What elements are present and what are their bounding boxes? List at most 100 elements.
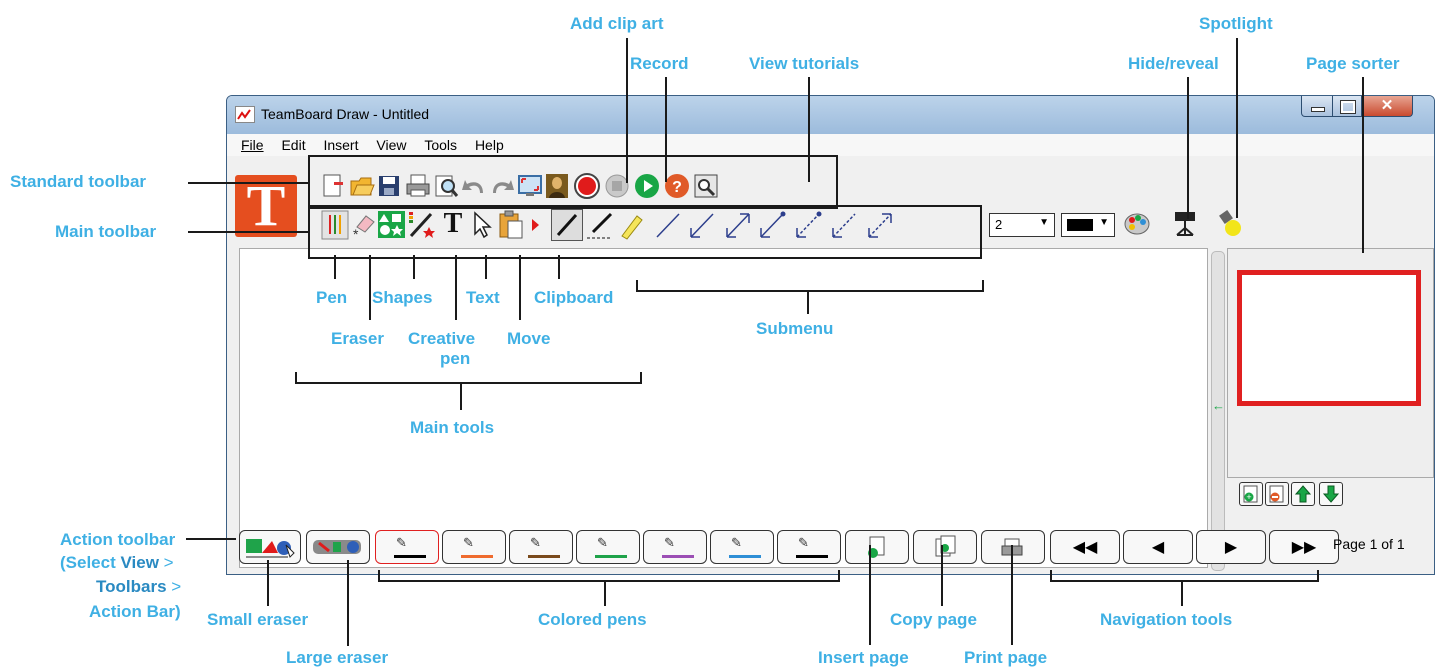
close-button[interactable]: ✕: [1361, 96, 1413, 117]
leader-clipboard: [558, 255, 560, 279]
leader-record: [665, 77, 667, 182]
pen-color-bar: [729, 555, 761, 558]
app-icon: [235, 106, 255, 123]
svg-text:+: +: [1246, 492, 1251, 502]
small-eraser-button[interactable]: [239, 530, 301, 564]
pen-blue[interactable]: ✎: [710, 530, 774, 564]
leader-creative-pen: [455, 255, 457, 320]
callout-action-toolbar-line1: Action toolbar: [60, 530, 176, 549]
page-thumbnail[interactable]: [1237, 270, 1421, 406]
callout-action-toolbar-gt2: >: [166, 577, 182, 596]
pen-color-bar: [796, 555, 828, 558]
callout-clipboard: Clipboard: [534, 288, 614, 307]
menu-tools[interactable]: Tools: [424, 137, 457, 153]
leader-page-sorter: [1362, 77, 1364, 253]
pen-black-2[interactable]: ✎: [777, 530, 841, 564]
move-page-up-button[interactable]: [1291, 482, 1315, 506]
move-page-down-button[interactable]: [1319, 482, 1343, 506]
color-swatch: [1067, 219, 1093, 231]
callout-page-sorter: Page sorter: [1306, 54, 1400, 73]
pen-icon: ✎: [731, 535, 742, 550]
callout-large-eraser: Large eraser: [286, 648, 389, 667]
callout-submenu: Submenu: [756, 319, 834, 338]
callout-record: Record: [630, 54, 689, 73]
pen-orange[interactable]: ✎: [442, 530, 506, 564]
pen-icon: ✎: [664, 535, 675, 550]
callout-main-toolbar: Main toolbar: [55, 222, 157, 241]
color-select[interactable]: ▼: [1061, 213, 1115, 237]
copy-page-button[interactable]: [913, 530, 977, 564]
callout-action-toolbar-view: View: [120, 553, 159, 572]
leader-spotlight: [1236, 38, 1238, 218]
pen-brown[interactable]: ✎: [509, 530, 573, 564]
teamboard-logo: T: [235, 175, 297, 237]
chevron-down-icon: ▼: [1099, 217, 1109, 228]
hide-reveal-icon[interactable]: [1171, 208, 1199, 238]
maximize-button[interactable]: [1332, 96, 1362, 117]
leader-main-tools: [460, 382, 462, 410]
window-title: TeamBoard Draw - Untitled: [261, 106, 430, 122]
leader-submenu: [807, 290, 809, 314]
leader-small-eraser: [267, 560, 269, 606]
callout-small-eraser: Small eraser: [207, 610, 309, 629]
vertical-scrollbar[interactable]: ←: [1211, 251, 1225, 571]
line-width-select[interactable]: 2 ▼: [989, 213, 1055, 237]
leader-action-toolbar: [186, 538, 236, 540]
menu-edit[interactable]: Edit: [281, 137, 305, 153]
leader-pen: [334, 255, 336, 279]
previous-page-button[interactable]: ◀: [1123, 530, 1193, 564]
large-eraser-button[interactable]: [306, 530, 370, 564]
callout-move: Move: [507, 329, 551, 348]
leader-text: [485, 255, 487, 279]
leader-copy-page: [941, 545, 943, 606]
callout-action-toolbar-select: (Select: [60, 553, 121, 572]
menu-insert[interactable]: Insert: [323, 137, 358, 153]
title-bar[interactable]: TeamBoard Draw - Untitled ✕: [227, 96, 1434, 134]
collapse-arrow-icon: ←: [1212, 398, 1225, 413]
delete-page-icon: [1269, 485, 1284, 503]
callout-text: Text: [466, 288, 500, 307]
callout-pen: Pen: [316, 288, 348, 307]
leader-view-tutorials: [808, 77, 810, 182]
menu-file[interactable]: File: [241, 137, 264, 153]
page-indicator: Page 1 of 1: [1333, 536, 1405, 552]
last-page-button[interactable]: ▶▶: [1269, 530, 1339, 564]
palette-icon[interactable]: [1123, 210, 1151, 238]
previous-page-icon: ◀: [1151, 539, 1165, 556]
callout-colored-pens: Colored pens: [538, 610, 647, 629]
leader-standard-toolbar: [188, 182, 308, 184]
pen-color-bar: [394, 555, 426, 558]
spotlight-icon[interactable]: [1217, 208, 1245, 238]
minimize-button[interactable]: [1301, 96, 1333, 117]
add-page-icon: +: [1243, 485, 1258, 503]
print-page-button[interactable]: [981, 530, 1045, 564]
callout-copy-page: Copy page: [890, 610, 977, 629]
callout-creative-pen-line1: Creative: [408, 329, 476, 348]
pen-purple[interactable]: ✎: [643, 530, 707, 564]
callout-add-clip-art: Add clip art: [570, 14, 664, 33]
pen-icon: ✎: [396, 535, 407, 550]
leader-large-eraser: [347, 560, 349, 646]
callout-hide-reveal: Hide/reveal: [1128, 54, 1219, 73]
next-page-button[interactable]: ▶: [1196, 530, 1266, 564]
delete-page-button[interactable]: [1265, 482, 1289, 506]
callout-action-toolbar-line2: (Select View >: [60, 553, 174, 573]
menu-help[interactable]: Help: [475, 137, 504, 153]
insert-page-button[interactable]: [845, 530, 909, 564]
menu-view[interactable]: View: [376, 137, 406, 153]
callout-eraser: Eraser: [331, 329, 384, 348]
pen-green[interactable]: ✎: [576, 530, 640, 564]
add-page-button[interactable]: +: [1239, 482, 1263, 506]
arrow-down-icon: [1322, 485, 1340, 503]
pen-black[interactable]: ✎: [375, 530, 439, 564]
menu-bar: File Edit Insert View Tools Help: [227, 134, 1434, 156]
first-page-button[interactable]: ◀◀: [1050, 530, 1120, 564]
insert-page-icon: [868, 536, 885, 558]
callout-action-toolbar-line4: Action Bar): [89, 602, 181, 621]
pen-color-bar: [461, 555, 493, 558]
pen-icon: ✎: [530, 535, 541, 550]
callout-action-toolbar-gt1: >: [158, 553, 174, 572]
leader-print-page: [1011, 545, 1013, 645]
callout-main-tools: Main tools: [410, 418, 495, 437]
close-icon: ✕: [1380, 97, 1394, 114]
